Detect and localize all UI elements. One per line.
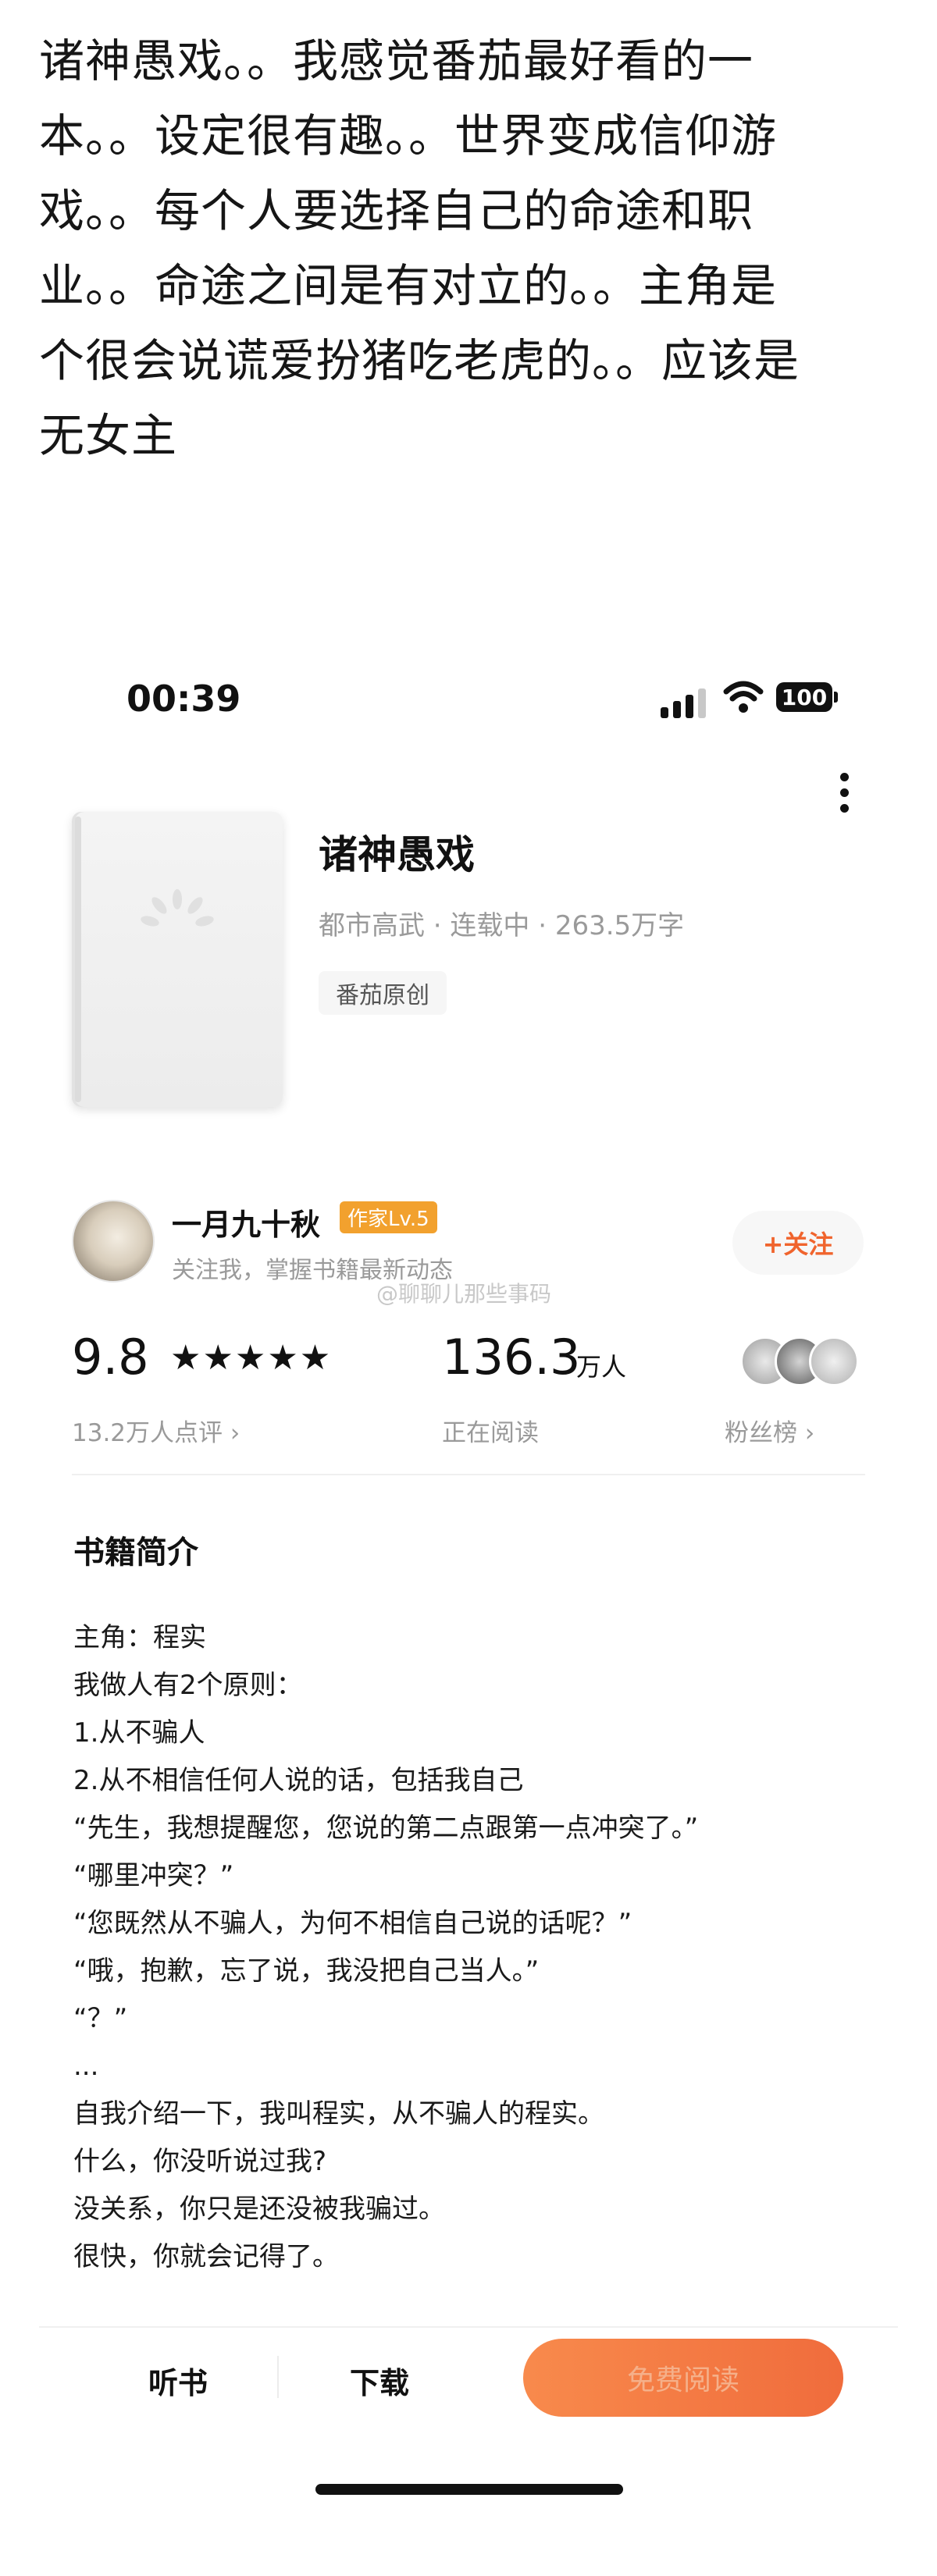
intro-line: ... [73,2051,99,2082]
signal-icon [661,687,709,718]
intro-line: “您既然从不骗人，为何不相信自己说的话呢？” [73,1908,632,1939]
intro-line: 没关系，你只是还没被我骗过。 [73,2194,445,2225]
cover-logo-icon [141,889,214,927]
follow-button[interactable]: +关注 [732,1211,864,1275]
fans-ranking-link[interactable]: 粉丝榜 › [725,1413,814,1448]
readers-unit: 万人 [576,1352,627,1382]
post-line: 个很会说谎爱扮猪吃老虎的。。应该是 [39,334,800,387]
listen-button[interactable]: 听书 [148,2359,208,2402]
author-avatar[interactable] [72,1200,155,1283]
post-line: 戏。。每个人要选择自己的命途和职 [39,184,754,237]
author-name[interactable]: 一月九十秋 [172,1201,320,1244]
book-cover[interactable] [72,812,283,1107]
bottom-bar-divider [39,2326,898,2328]
book-tag: 番茄原创 [319,971,447,1015]
battery-icon: 100 [776,682,832,712]
post-text: 诸神愚戏。。我感觉番茄最好看的一 本。。设定很有趣。。世界变成信仰游 戏。。每个… [39,23,906,473]
cover-spine [75,817,81,1102]
download-button[interactable]: 下载 [350,2359,409,2402]
intro-text[interactable]: 主角：程实 我做人有2个原则： 1.从不骗人 2.从不相信任何人说的话，包括我自… [73,1614,885,2281]
rating-stars: ★★★★★ [170,1338,333,1378]
readers-label: 正在阅读 [442,1419,539,1447]
rating-count-link[interactable]: 13.2万人点评 › [72,1413,240,1448]
author-level-badge: 作家Lv.5 [340,1201,437,1233]
post-line: 无女主 [39,409,178,462]
book-title: 诸神愚戏 [319,832,475,877]
button-separator [277,2356,279,2398]
post-line: 诸神愚戏。。我感觉番茄最好看的一 [39,34,754,87]
intro-line: 2.从不相信任何人说的话，包括我自己 [73,1765,524,1796]
fan-avatar [809,1336,859,1386]
intro-line: 自我介绍一下，我叫程实，从不骗人的程实。 [73,2098,604,2129]
status-time: 00:39 [126,678,241,720]
divider [72,1474,865,1475]
wifi-icon [723,679,764,715]
intro-line: “？” [73,2003,128,2034]
intro-line: “哪里冲突？” [73,1860,234,1891]
intro-line: 很快，你就会记得了。 [73,2241,339,2272]
intro-line: “哦，抱歉，忘了说，我没把自己当人。” [73,1955,540,1987]
post-line: 本。。设定很有趣。。世界变成信仰游 [39,109,778,162]
intro-line: 什么，你没听说过我? [73,2146,327,2177]
rating-value: 9.8 [72,1329,149,1386]
book-meta: 都市高武 · 连载中 · 263.5万字 [319,910,685,941]
intro-title: 书籍简介 [73,1535,198,1571]
fan-avatars[interactable] [740,1336,865,1388]
intro-line: “先生，我想提醒您，您说的第二点跟第一点冲突了。” [73,1813,699,1844]
intro-line: 1.从不骗人 [73,1717,205,1749]
intro-line: 我做人有2个原则： [73,1670,303,1701]
home-indicator[interactable] [315,2484,623,2495]
more-options-icon[interactable] [832,773,856,827]
read-free-button[interactable]: 免费阅读 [523,2339,843,2417]
readers-value: 136.3 [442,1329,581,1386]
post-line: 业。。命途之间是有对立的。。主角是 [39,259,778,312]
battery-tip [834,692,838,703]
intro-line: 主角：程实 [73,1622,206,1653]
watermark: @聊聊儿那些事码 [376,1281,552,1307]
